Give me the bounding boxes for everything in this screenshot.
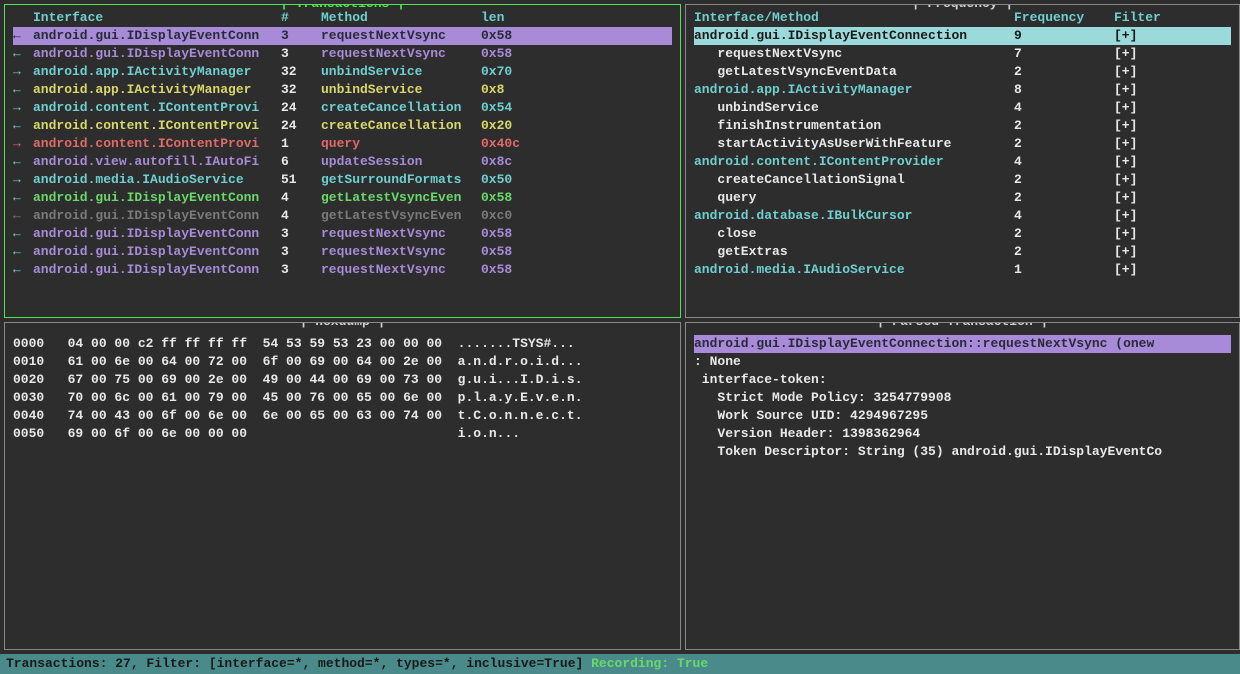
freq-row[interactable]: android.gui.IDisplayEventConnection9[+] [694, 27, 1231, 45]
freq-row[interactable]: getLatestVsyncEventData2[+] [694, 63, 1231, 81]
freq-row[interactable]: close2[+] [694, 225, 1231, 243]
trans-row[interactable]: ←android.gui.IDisplayEventConn 3 request… [13, 261, 672, 279]
parsed-line: Strict Mode Policy: 3254779908 [694, 389, 1231, 407]
hex-row: 0000 04 00 00 c2 ff ff ff ff 54 53 59 53… [13, 335, 672, 353]
trans-row[interactable]: ←android.content.IContentProvi 24 create… [13, 117, 672, 135]
parsed-line: : None [694, 353, 1231, 371]
hex-row: 0040 74 00 43 00 6f 00 6e 00 6e 00 65 00… [13, 407, 672, 425]
transactions-panel[interactable]: | Transactions | Interface # Method len←… [4, 4, 681, 318]
trans-row[interactable]: →android.app.IActivityManager 32 unbindS… [13, 63, 672, 81]
freq-row[interactable]: getExtras2[+] [694, 243, 1231, 261]
trans-row[interactable]: →android.media.IAudioService 51 getSurro… [13, 171, 672, 189]
freq-row[interactable]: android.media.IAudioService1[+] [694, 261, 1231, 279]
hexdump-panel[interactable]: | Hexdump | 0000 04 00 00 c2 ff ff ff ff… [4, 322, 681, 650]
transactions-title: | Transactions | [276, 4, 409, 11]
trans-header: Interface # Method len [13, 9, 672, 27]
hex-row: 0020 67 00 75 00 69 00 2e 00 49 00 44 00… [13, 371, 672, 389]
trans-row[interactable]: ←android.gui.IDisplayEventConn 4 getLate… [13, 189, 672, 207]
freq-row[interactable]: unbindService4[+] [694, 99, 1231, 117]
freq-row[interactable]: startActivityAsUserWithFeature2[+] [694, 135, 1231, 153]
trans-row[interactable]: ←android.gui.IDisplayEventConn 3 request… [13, 225, 672, 243]
frequency-title: | Frequency | [908, 4, 1017, 11]
parsed-line: Work Source UID: 4294967295 [694, 407, 1231, 425]
parsed-line: Version Header: 1398362964 [694, 425, 1231, 443]
trans-row[interactable]: ←android.app.IActivityManager 32 unbindS… [13, 81, 672, 99]
parsed-title: | Parsed Transaction | [873, 322, 1053, 329]
parsed-line: Token Descriptor: String (35) android.gu… [694, 443, 1231, 461]
trans-row[interactable]: ←android.gui.IDisplayEventConn 4 getLate… [13, 207, 672, 225]
freq-row[interactable]: createCancellationSignal2[+] [694, 171, 1231, 189]
freq-header: Interface/MethodFrequencyFilter [694, 9, 1231, 27]
trans-row[interactable]: ←android.gui.IDisplayEventConn 3 request… [13, 45, 672, 63]
hexdump-title: | Hexdump | [296, 322, 390, 329]
hex-row: 0010 61 00 6e 00 64 00 72 00 6f 00 69 00… [13, 353, 672, 371]
hex-row: 0030 70 00 6c 00 61 00 79 00 45 00 76 00… [13, 389, 672, 407]
status-recording: Recording: True [591, 656, 708, 671]
trans-row[interactable]: →android.content.IContentProvi 24 create… [13, 99, 672, 117]
parsed-header: android.gui.IDisplayEventConnection::req… [694, 335, 1231, 353]
frequency-panel[interactable]: | Frequency | Interface/MethodFrequencyF… [685, 4, 1240, 318]
status-filter: Transactions: 27, Filter: [interface=*, … [6, 656, 591, 671]
trans-row[interactable]: →android.content.IContentProvi 1 query 0… [13, 135, 672, 153]
parsed-line: interface-token: [694, 371, 1231, 389]
hex-row: 0050 69 00 6f 00 6e 00 00 00 i.o.n... [13, 425, 672, 443]
freq-row[interactable]: requestNextVsync7[+] [694, 45, 1231, 63]
status-bar: Transactions: 27, Filter: [interface=*, … [0, 654, 1240, 674]
freq-row[interactable]: finishInstrumentation2[+] [694, 117, 1231, 135]
trans-row[interactable]: ←android.gui.IDisplayEventConn 3 request… [13, 27, 672, 45]
freq-row[interactable]: android.content.IContentProvider4[+] [694, 153, 1231, 171]
trans-row[interactable]: ←android.gui.IDisplayEventConn 3 request… [13, 243, 672, 261]
freq-row[interactable]: android.database.IBulkCursor4[+] [694, 207, 1231, 225]
freq-row[interactable]: android.app.IActivityManager8[+] [694, 81, 1231, 99]
trans-row[interactable]: ←android.view.autofill.IAutoFi 6 updateS… [13, 153, 672, 171]
parsed-panel[interactable]: | Parsed Transaction | android.gui.IDisp… [685, 322, 1240, 650]
freq-row[interactable]: query2[+] [694, 189, 1231, 207]
